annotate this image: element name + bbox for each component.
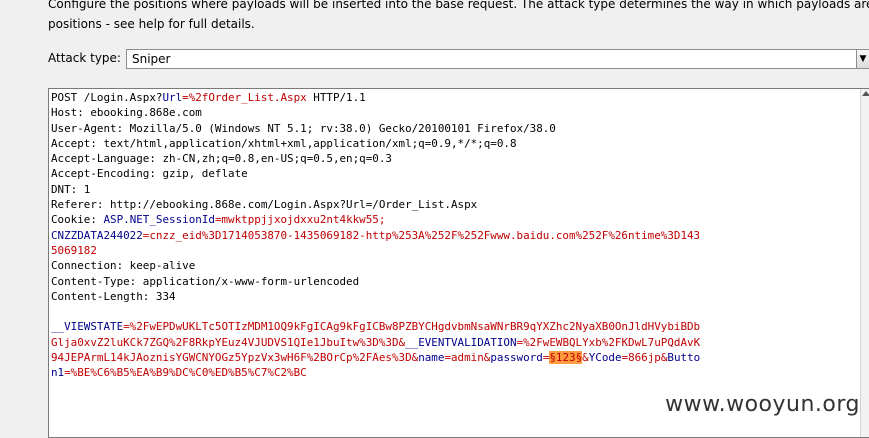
chevron-down-icon[interactable]: ▼	[856, 49, 869, 69]
editor-scrollbar[interactable]	[860, 89, 869, 437]
request-editor[interactable]: POST /Login.Aspx?Url=%2fOrder_List.Aspx …	[48, 88, 869, 438]
request-headers-2: Connection: keep-alive Content-Type: app…	[51, 259, 360, 303]
body-password-key: password	[490, 351, 543, 365]
request-text[interactable]: POST /Login.Aspx?Url=%2fOrder_List.Aspx …	[51, 90, 700, 381]
body-name-value: =admin&	[444, 351, 491, 365]
body-viewstate-key: __VIEWSTATE	[51, 320, 124, 334]
cookie-cnzz-value: =cnzz_eid%3D1714053870-1435069182-http%2…	[51, 228, 701, 257]
attack-positions-description: Configure the positions where payloads w…	[48, 0, 869, 31]
cookie-session-value: =mwktppjjxojdxxu2nt4kkw55;	[214, 213, 386, 227]
cookie-cnzz-key: CNZZDATA244022	[51, 228, 143, 242]
cookie-session-key: ASP.NET_SessionId	[103, 213, 215, 227]
request-line-method: POST /Login.Aspx?	[51, 91, 163, 104]
request-line-protocol: HTTP/1.1	[306, 91, 366, 104]
attack-type-label: Attack type:	[48, 51, 121, 65]
scroll-up-arrow-icon[interactable]	[862, 91, 869, 96]
payload-position-marker[interactable]: §123§	[549, 351, 583, 365]
cookie-label: Cookie:	[51, 213, 104, 227]
param-url-value: =%2fOrder_List.Aspx	[182, 91, 307, 104]
attack-type-value: Sniper	[132, 52, 171, 66]
request-headers: Host: ebooking.868e.com User-Agent: Mozi…	[51, 106, 556, 212]
body-name-key: name	[418, 351, 445, 365]
attack-type-select[interactable]: Sniper ▼	[126, 49, 869, 69]
param-url-key: Url	[162, 91, 183, 104]
watermark: www.wooyun.org	[665, 392, 860, 417]
body-ycode-value: =866jp&	[621, 351, 668, 365]
body-eventvalidation-key: __EVENTVALIDATION	[405, 335, 517, 349]
body-ycode-key: YCode	[588, 351, 622, 365]
body-button-value: =%BE%C6%B5%EA%B9%DC%C0%ED%B5%C7%C2%BC	[64, 366, 307, 380]
